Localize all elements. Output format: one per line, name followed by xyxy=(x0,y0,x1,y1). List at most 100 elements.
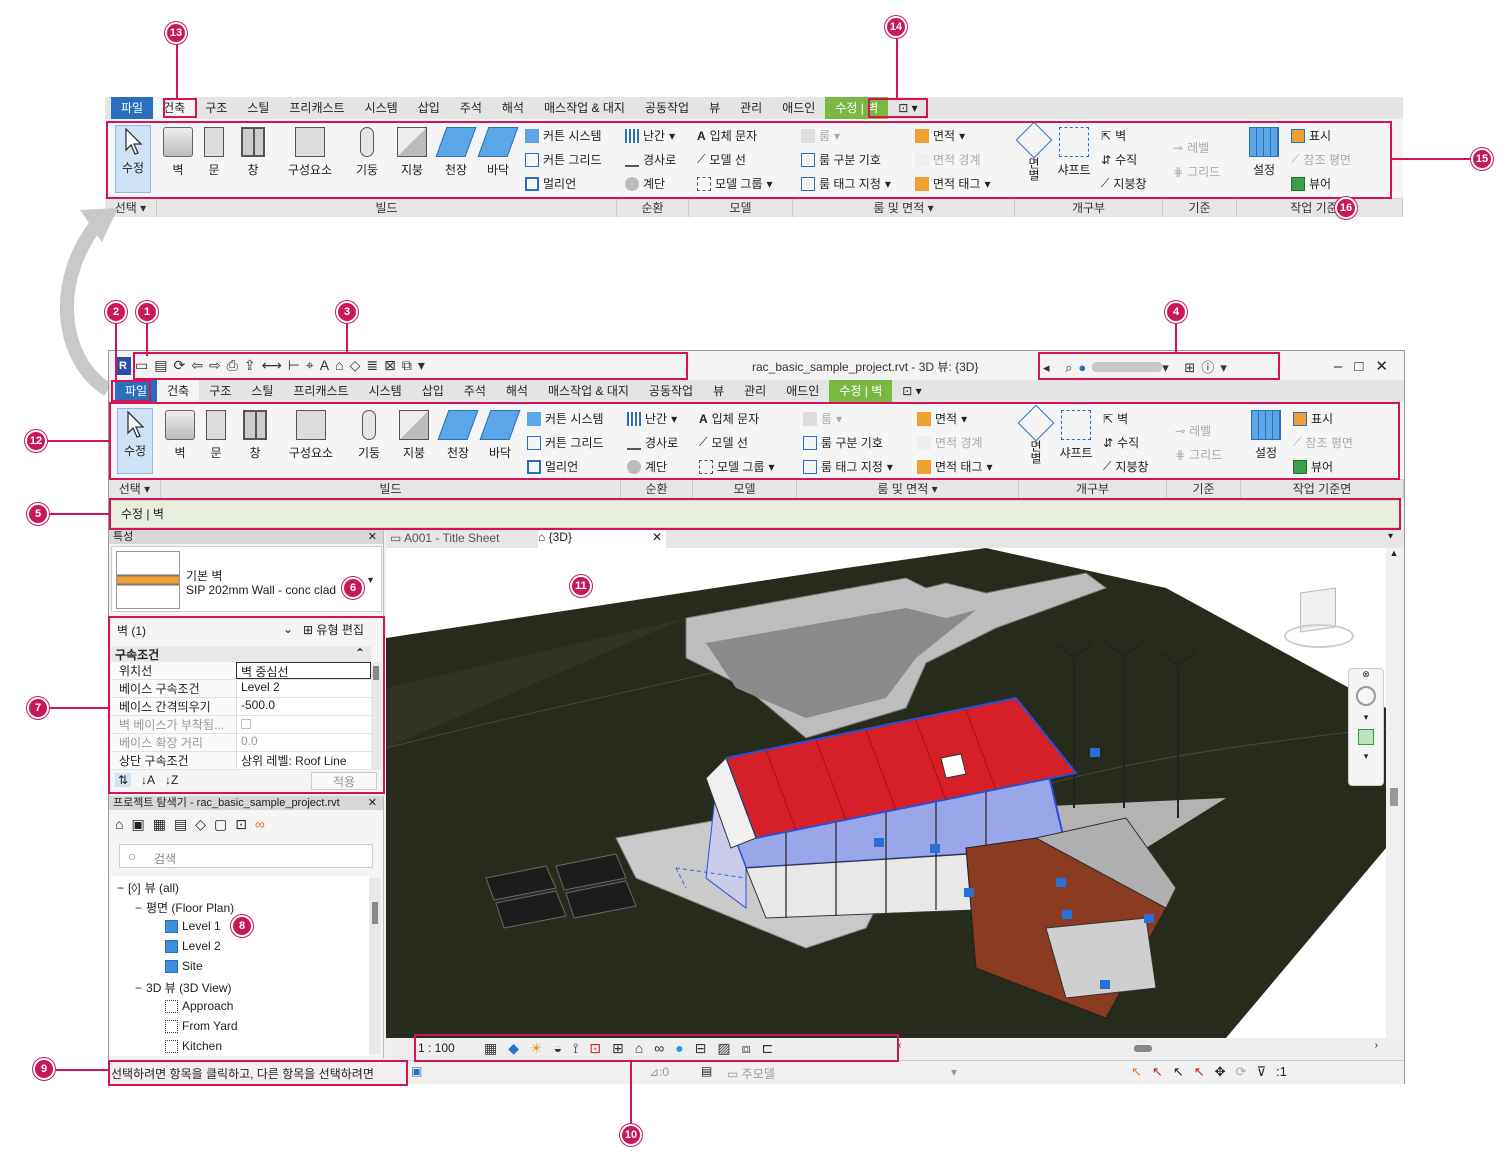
railing-button[interactable]: 난간 ▾ xyxy=(625,127,675,144)
main-tag-room-button[interactable]: 룸 태그 지정 ▾ xyxy=(803,458,893,475)
main-ref-plane-button[interactable]: ⟋ 참조 평면 xyxy=(1293,434,1353,451)
open-icon[interactable]: ▭ xyxy=(135,357,154,373)
level-button[interactable]: ⊸ 레벨 xyxy=(1173,139,1209,156)
browser-revit-links-icon[interactable]: ∞ xyxy=(255,816,273,832)
tab-steel[interactable]: 스틸 xyxy=(237,97,279,119)
base-extension-field[interactable]: 0.0 xyxy=(236,734,371,751)
tree-site[interactable]: Site xyxy=(165,959,203,973)
export-icon[interactable]: ⇪ xyxy=(244,357,262,373)
type-selector-dropdown-icon[interactable]: ▾ xyxy=(368,575,373,586)
base-offset-field[interactable]: -500.0 xyxy=(236,698,371,715)
component-button[interactable]: 구성요소 xyxy=(280,127,340,178)
undo-icon[interactable]: ⇦ xyxy=(191,357,209,373)
main-wall-opening-button[interactable]: ⇱ 벽 xyxy=(1103,410,1128,427)
main-tag-area-button[interactable]: 면적 태그 ▾ xyxy=(917,458,993,475)
tag-room-button[interactable]: 룸 태그 지정 ▾ xyxy=(801,175,891,192)
curtain-system-button[interactable]: 커튼 시스템 xyxy=(525,127,602,144)
browser-scrollbar[interactable] xyxy=(369,878,381,1054)
model-line-button[interactable]: ⟋ 모델 선 xyxy=(697,151,746,168)
unlock-3d-icon[interactable]: ⌂ xyxy=(635,1040,654,1056)
main-tab-addins[interactable]: 애드인 xyxy=(776,380,829,402)
base-attached-checkbox[interactable] xyxy=(236,716,371,733)
tab-modify-wall[interactable]: 수정 | 벽 xyxy=(825,97,889,119)
main-tab-insert[interactable]: 삽입 xyxy=(412,380,454,402)
sun-path-icon[interactable]: ☀ xyxy=(530,1040,554,1056)
main-ramp-button[interactable]: 경사로 xyxy=(627,434,678,451)
tree-level-2[interactable]: Level 2 xyxy=(165,939,221,953)
user-icon[interactable]: ● xyxy=(1078,360,1092,375)
main-tab-analyze[interactable]: 해석 xyxy=(496,380,538,402)
set-workplane-button[interactable]: 설정 xyxy=(1247,127,1281,178)
view-tab-3d[interactable]: ⌂ {3D} ✕ xyxy=(538,530,666,548)
main-level-button[interactable]: ⊸ 레벨 xyxy=(1175,422,1211,439)
window-button[interactable]: 창 xyxy=(239,127,267,178)
vertical-opening-button[interactable]: ⇵ 수직 xyxy=(1101,151,1137,168)
view-vertical-scrollbar[interactable]: ▲ xyxy=(1386,548,1402,1038)
collapse-icon[interactable]: − xyxy=(135,901,142,915)
group-constraints[interactable]: 구속조건 ⌃ xyxy=(111,646,371,662)
rendering-icon[interactable]: ⟟ xyxy=(573,1040,589,1056)
tag-icon[interactable]: ⌖ xyxy=(306,357,320,373)
tab-addins[interactable]: 애드인 xyxy=(772,97,825,119)
select-underlay-icon[interactable]: ↖ xyxy=(1152,1064,1173,1079)
main-by-face-button[interactable]: 면별 xyxy=(1017,404,1055,464)
tabs-menu-icon[interactable]: ▾ xyxy=(1388,531,1393,542)
main-roof-button[interactable]: 지붕 xyxy=(397,410,431,461)
model-text-button[interactable]: A 입체 문자 xyxy=(697,127,757,144)
filter-icon[interactable]: ⊽ xyxy=(1256,1064,1276,1079)
shadows-icon[interactable]: ◒ xyxy=(554,1040,573,1056)
horizontal-scrollbar[interactable]: ‹ › xyxy=(898,1040,1378,1056)
floor-button[interactable]: 바닥 xyxy=(477,127,519,178)
model-group-button[interactable]: 모델 그룹 ▾ xyxy=(697,175,773,192)
ref-plane-button[interactable]: ⟋ 참조 평면 xyxy=(1291,151,1351,168)
door-button[interactable]: 문 xyxy=(201,127,227,178)
tab-manage[interactable]: 관리 xyxy=(730,97,772,119)
tab-annotate[interactable]: 주석 xyxy=(450,97,492,119)
tree-root[interactable]: − [◊] 뷰 (all) xyxy=(117,879,179,896)
browser-groups-icon[interactable]: ▢ xyxy=(214,816,235,832)
main-column-button[interactable]: 기둥 xyxy=(354,410,384,461)
default-3d-icon[interactable]: ⌂ xyxy=(335,357,349,373)
main-ribbon-toggle-icon[interactable]: ⊡ ▾ xyxy=(892,380,931,402)
drag-elements-icon[interactable]: ✥ xyxy=(1215,1064,1236,1079)
collapse-icon[interactable]: − xyxy=(135,981,142,995)
main-show-workplane-button[interactable]: 표시 xyxy=(1293,410,1333,427)
shaft-button[interactable]: 샤프트 xyxy=(1053,127,1095,178)
main-viewer-button[interactable]: 뷰어 xyxy=(1293,458,1333,475)
workset-selector[interactable]: ⊿:0 xyxy=(649,1065,669,1079)
tab-structure[interactable]: 구조 xyxy=(195,97,237,119)
base-constraint-field[interactable]: Level 2 xyxy=(236,680,371,697)
steering-wheel-icon[interactable] xyxy=(1356,686,1376,706)
sort-asc-icon[interactable]: ↓A xyxy=(141,773,155,787)
collapse-icon[interactable]: − xyxy=(117,881,124,895)
highlight-displacement-icon[interactable]: ⊏ xyxy=(762,1040,785,1056)
properties-scrollbar[interactable] xyxy=(371,662,381,770)
location-line-field[interactable]: 벽 중심선 xyxy=(236,662,371,679)
room-separator-button[interactable]: 룸 구분 기호 xyxy=(801,151,881,168)
reveal-hidden-icon[interactable]: ● xyxy=(675,1040,694,1056)
zoom-dropdown-icon[interactable]: ▾ xyxy=(1349,751,1383,762)
browser-families-icon[interactable]: ◇ xyxy=(195,816,214,832)
browser-sheets-icon[interactable]: ▤ xyxy=(174,816,195,832)
filter-chevron-icon[interactable]: ⌄ xyxy=(283,622,293,636)
edit-type-button[interactable]: ⊞ 유형 편집 xyxy=(303,621,364,638)
print-icon[interactable]: ⎙ xyxy=(227,357,244,373)
type-selector[interactable]: 기본 벽 SIP 202mm Wall - conc clad ▾ xyxy=(111,546,382,612)
main-grid-button[interactable]: ⋕ 그리드 xyxy=(1175,446,1222,463)
main-dormer-button[interactable]: ⟋ 지붕창 xyxy=(1103,458,1149,475)
show-workplane-button[interactable]: 표시 xyxy=(1291,127,1331,144)
main-tab-view[interactable]: 뷰 xyxy=(703,380,734,402)
section-icon[interactable]: ◇ xyxy=(350,357,367,373)
revit-logo-icon[interactable]: R xyxy=(115,357,131,375)
tab-massing[interactable]: 매스작업 & 대지 xyxy=(534,97,635,119)
panel-room-area[interactable]: 룸 및 면적 ▾ xyxy=(793,199,1015,217)
main-tab-structure[interactable]: 구조 xyxy=(199,380,241,402)
roof-button[interactable]: 지붕 xyxy=(395,127,429,178)
grid-button[interactable]: ⋕ 그리드 xyxy=(1173,163,1220,180)
tree-from-yard[interactable]: From Yard xyxy=(165,1019,238,1033)
main-component-button[interactable]: 구성요소 xyxy=(281,410,341,461)
save-icon[interactable]: ▤ xyxy=(154,357,173,373)
apply-button[interactable]: 적용 xyxy=(311,772,377,790)
select-pinned-icon[interactable]: ↖ xyxy=(1173,1064,1194,1079)
browser-close-icon[interactable]: ✕ xyxy=(368,796,377,810)
